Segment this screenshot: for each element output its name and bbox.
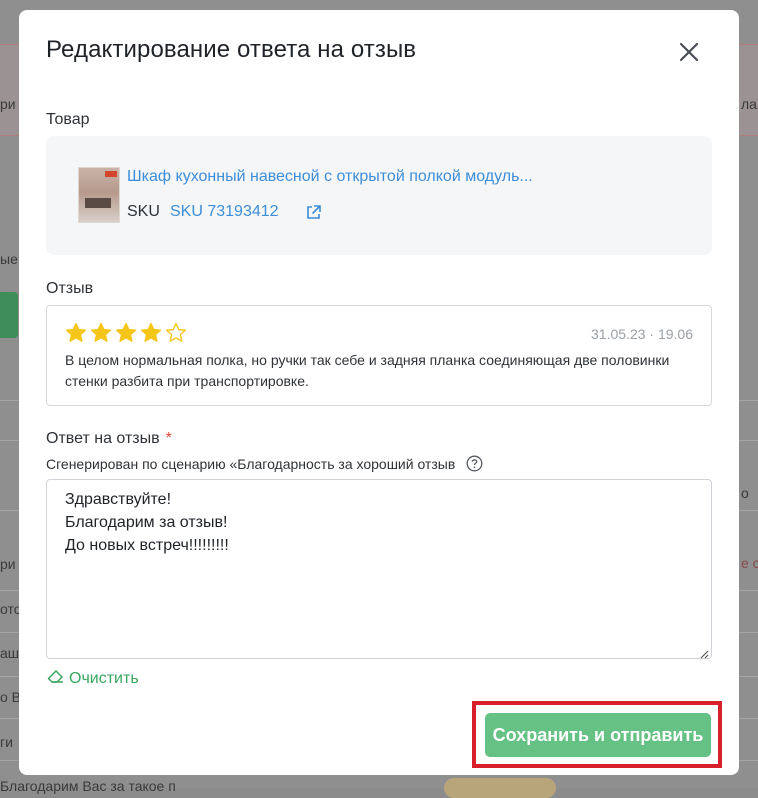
sku-label: SKU [127,203,160,220]
star-filled-icon [65,322,87,342]
background-text: ри [0,556,16,572]
star-filled-icon [140,322,162,342]
background-text: ла [741,96,757,112]
edit-reply-modal: Редактирование ответа на отзыв Товар Шка… [19,10,739,775]
review-text: В целом нормальная полка, но ручки так с… [65,352,670,389]
reply-line: Благодарим за отзыв! [65,514,228,531]
clear-button[interactable]: Очистить [47,668,139,689]
background-text: аш [0,645,20,661]
generated-note: Сгенерирован по сценарию «Благодарность … [46,456,456,472]
background-text: о В [0,689,22,705]
product-thumbnail [78,167,120,223]
product-section-label: Товар [46,111,90,128]
background-green-button [0,292,18,338]
review-date: 31.05.23 · 19.06 [591,326,693,342]
background-badge [444,778,556,798]
resize-handle-icon[interactable] [699,646,709,659]
reply-textarea[interactable]: Здравствуйте! Благодарим за отзыв! До но… [46,479,712,659]
external-link-icon[interactable] [305,204,322,221]
question-circle-icon[interactable] [466,455,483,472]
product-card: Шкаф кухонный навесной с открытой полкой… [46,136,712,255]
close-icon[interactable] [673,36,705,68]
clear-label: Очистить [69,669,139,687]
review-section-label: Отзыв [46,280,94,297]
background-text: ые [0,251,18,267]
star-filled-icon [115,322,137,342]
modal-title: Редактирование ответа на отзыв [46,36,417,63]
star-empty-icon [165,322,187,342]
reply-line: До новых встреч!!!!!!!!! [65,537,229,554]
background-text: Благодарим Вас за такое п [0,778,176,794]
sku-link[interactable]: SKU 73193412 [170,203,279,221]
required-mark: * [165,430,172,447]
star-filled-icon [90,322,112,342]
product-name-link[interactable]: Шкаф кухонный навесной с открытой полкой… [127,168,533,186]
reply-label-text: Ответ на отзыв [46,430,160,447]
background-text: ги [0,734,13,750]
background-text: ри [0,96,16,112]
reply-line: Здравствуйте! [65,491,172,508]
save-and-send-button[interactable]: Сохранить и отправить [485,713,711,757]
review-card: 31.05.23 · 19.06 В целом нормальная полк… [46,305,712,406]
background-text: е сл [741,555,758,571]
background-text: о [741,485,749,501]
eraser-icon [47,668,65,689]
reply-section-label: Ответ на отзыв * [46,430,172,448]
rating-stars [65,322,187,343]
